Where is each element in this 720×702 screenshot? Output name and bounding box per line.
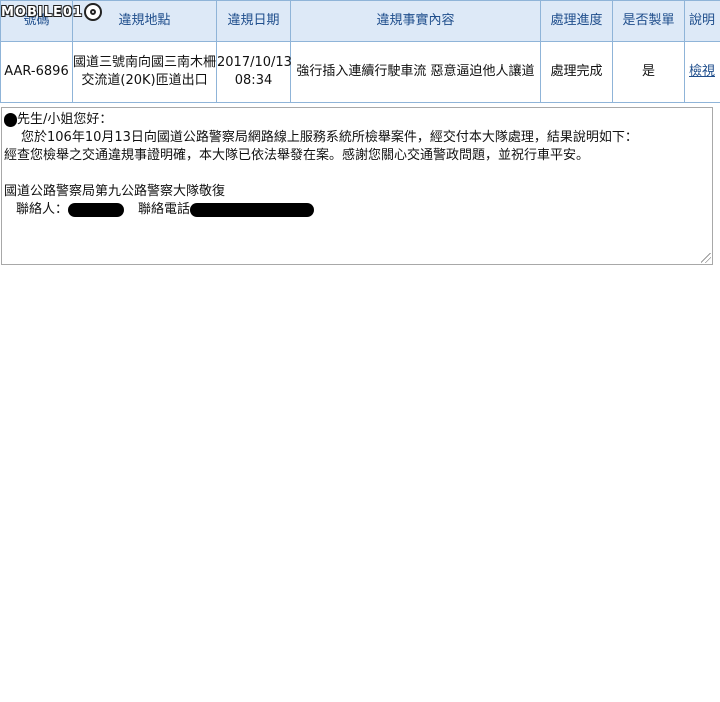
page: MOBILE01 號碼 違規地點 違規日期 違規事實內容 處理進度 是否製單 說… [0, 0, 720, 702]
message-greeting-line: 先生/小姐您好： [4, 111, 710, 129]
message-signature: 國道公路警察局第九公路警察大隊敬復 [4, 184, 226, 199]
phone-label: 聯絡電話 [138, 202, 191, 217]
mobile01-watermark: MOBILE01 [1, 2, 102, 22]
cell-status: 處理完成 [540, 41, 613, 103]
message-contact-line: 聯絡人： 聯絡電話 [4, 201, 710, 219]
view-link[interactable]: 檢視 [689, 64, 715, 79]
message-line-2: 經查您檢舉之交通違規事證明確，本大隊已依法舉發在案。感謝您關心交通警政問題，並祝… [4, 148, 590, 163]
cell-date: 2017/10/13 08:34 [216, 41, 292, 103]
header-status: 處理進度 [540, 0, 613, 42]
header-ticket: 是否製單 [612, 0, 685, 42]
redacted-name [4, 112, 17, 127]
result-table-viewport: 號碼 違規地點 違規日期 違規事實內容 處理進度 是否製單 說明 AAR-689… [0, 0, 720, 106]
result-table: 號碼 違規地點 違規日期 違規事實內容 處理進度 是否製單 說明 AAR-689… [0, 0, 720, 103]
cell-view: 檢視 [684, 41, 720, 103]
cell-location: 國道三號南向國三南木柵交流道(20K)匝道出口 [72, 41, 217, 103]
message-blank-line [4, 165, 710, 183]
header-content: 違規事實內容 [290, 0, 541, 42]
message-line-1: 您於106年10月13日向國道公路警察局網路線上服務系統所檢舉案件，經交付本大隊… [21, 130, 638, 145]
message-greeting: 先生/小姐您好： [17, 112, 113, 127]
logo-mark-icon [84, 3, 102, 21]
resize-grip-icon[interactable] [701, 253, 711, 263]
redacted-phone [190, 202, 315, 217]
header-date: 違規日期 [216, 0, 291, 42]
watermark-text: MOBILE01 [1, 4, 83, 20]
cell-plate: AAR-6896 [0, 41, 73, 103]
header-description: 說明 [684, 0, 720, 42]
redacted-contact [68, 202, 125, 217]
table-row: AAR-6896 國道三號南向國三南木柵交流道(20K)匝道出口 2017/10… [0, 41, 720, 103]
cell-content: 強行插入連續行駛車流 惡意逼迫他人讓道 [290, 41, 541, 103]
reply-message-textarea[interactable]: 先生/小姐您好： 您於106年10月13日向國道公路警察局網路線上服務系統所檢舉… [1, 107, 713, 265]
contact-label: 聯絡人： [16, 202, 69, 217]
cell-ticket: 是 [612, 41, 685, 103]
table-header-row: 號碼 違規地點 違規日期 違規事實內容 處理進度 是否製單 說明 [0, 0, 720, 42]
